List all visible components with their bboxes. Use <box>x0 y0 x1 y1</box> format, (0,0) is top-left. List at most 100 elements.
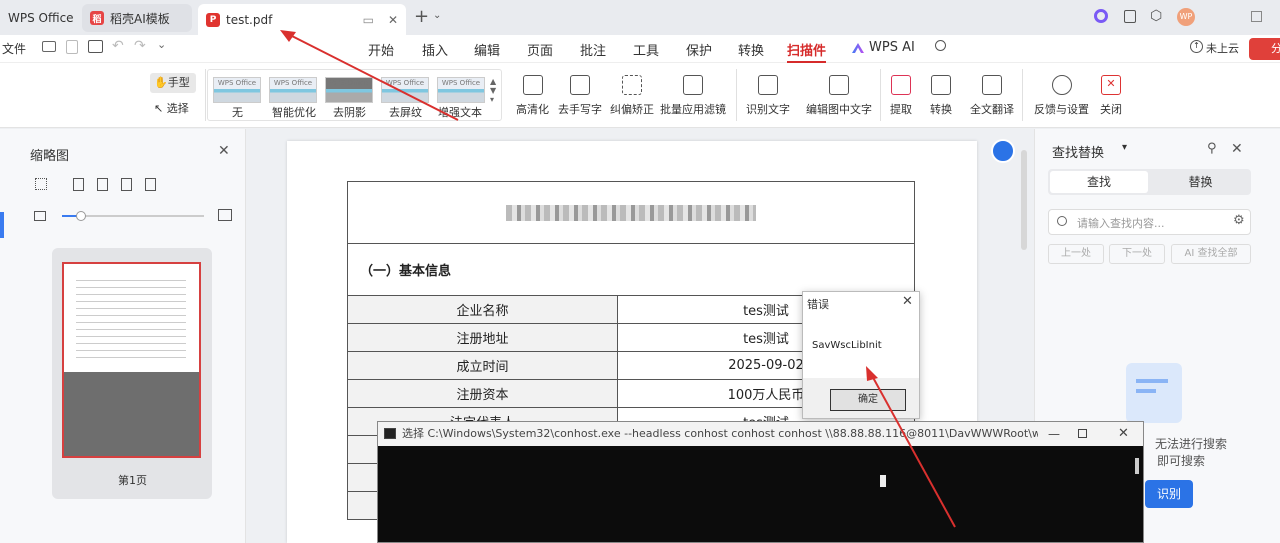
ok-button[interactable]: 确定 <box>830 389 906 411</box>
style-thumb-smart[interactable]: WPS Office <box>269 77 317 103</box>
window-copy-icon[interactable] <box>1124 10 1136 23</box>
search-box[interactable]: 请输入查找内容... ⚙ <box>1048 209 1251 235</box>
feedback-button[interactable]: 反馈与设置 <box>1034 75 1089 117</box>
menu-file[interactable]: 文件 <box>2 40 26 57</box>
new-tab-icon[interactable]: + <box>414 6 429 27</box>
console-scrollbar[interactable] <box>1135 458 1139 474</box>
ocr-button[interactable]: 识别文字 <box>746 75 790 117</box>
menu-wps-ai[interactable]: WPS AI <box>869 40 915 55</box>
delete-page-icon[interactable] <box>97 178 108 191</box>
extract-button[interactable]: 提取 <box>890 75 912 117</box>
menu-annotate[interactable]: 批注 <box>580 40 606 59</box>
undo-icon[interactable]: ↶ <box>112 38 124 54</box>
edit-image-text-button[interactable]: 编辑图中文字 <box>806 75 872 117</box>
deskew-label: 纠偏矫正 <box>610 103 654 116</box>
minimize-icon[interactable]: — <box>1048 422 1060 446</box>
deskew-button[interactable]: 纠偏矫正 <box>610 75 654 117</box>
hd-button[interactable]: 高清化 <box>516 75 549 117</box>
hd-label: 高清化 <box>516 103 549 116</box>
menu-convert[interactable]: 转换 <box>738 40 764 59</box>
search-input[interactable]: 请输入查找内容... <box>1077 215 1165 231</box>
menu-edit[interactable]: 编辑 <box>474 40 500 59</box>
zoom-slider-thumb[interactable] <box>76 211 86 221</box>
select-tool-button[interactable]: ↖ 选择 <box>154 100 189 116</box>
tab-docer-ai[interactable]: 稻 稻壳AI模板 <box>82 4 192 32</box>
dialog-title: 错误 <box>807 298 829 311</box>
hand-tool-button[interactable]: ✋手型 <box>150 73 196 93</box>
extract-page-icon[interactable] <box>145 178 156 191</box>
style-thumb-moire[interactable]: WPS Office <box>381 77 429 103</box>
menu-protect[interactable]: 保护 <box>686 40 712 59</box>
zoom-slider[interactable] <box>62 211 204 221</box>
menu-insert[interactable]: 插入 <box>422 40 448 59</box>
redo-icon[interactable]: ↷ <box>134 38 146 54</box>
batch-filter-button[interactable]: 批量应用滤镜 <box>660 75 726 117</box>
close-scan-button[interactable]: ✕ 关闭 <box>1100 75 1122 117</box>
console-title: 选择 C:\Windows\System32\conhost.exe --hea… <box>402 427 1132 440</box>
menu-tools[interactable]: 工具 <box>633 40 659 59</box>
scrollbar[interactable] <box>1021 150 1027 250</box>
remove-handwriting-button[interactable]: 去手写字 <box>558 75 602 117</box>
divider <box>205 69 206 121</box>
gear-icon[interactable]: ⚙ <box>1233 213 1245 228</box>
tab-test-pdf[interactable]: P test.pdf ▭ ✕ <box>198 4 406 35</box>
close-icon[interactable]: ✕ <box>1118 422 1129 446</box>
close-tab-icon[interactable]: ✕ <box>388 13 398 27</box>
prev-button[interactable]: 上一处 <box>1048 244 1104 264</box>
next-button[interactable]: 下一处 <box>1109 244 1165 264</box>
chevron-down-icon[interactable]: ⌄ <box>433 10 441 21</box>
chevron-down-icon[interactable]: ⌄ <box>157 38 166 51</box>
batch-filter-label: 批量应用滤镜 <box>660 103 726 116</box>
maximize-icon[interactable] <box>1078 429 1087 438</box>
close-icon[interactable]: ✕ <box>902 294 913 309</box>
convert-label: 转换 <box>930 103 952 116</box>
tab-label: test.pdf <box>226 12 273 27</box>
share-button[interactable]: 分 <box>1249 38 1280 60</box>
page-thumbnail-card[interactable]: 第1页 <box>52 248 212 499</box>
print-icon[interactable] <box>88 40 103 53</box>
small-image-icon[interactable] <box>34 211 46 221</box>
menu-start[interactable]: 开始 <box>368 40 394 59</box>
row-label: 注册资本 <box>347 379 618 408</box>
folder-icon[interactable] <box>42 41 56 52</box>
tab-replace[interactable]: 替换 <box>1152 171 1249 193</box>
large-image-icon[interactable] <box>218 209 232 221</box>
image-eraser-icon <box>570 75 590 95</box>
recognize-button[interactable]: 识别 <box>1145 480 1193 508</box>
menu-page[interactable]: 页面 <box>527 40 553 59</box>
page-label: 第1页 <box>118 474 147 487</box>
tab-wps-office[interactable]: WPS Office <box>0 4 82 32</box>
cube-icon[interactable]: ⬡ <box>1150 8 1162 24</box>
ai-find-all-button[interactable]: AI 查找全部 <box>1171 244 1251 264</box>
cloud-status[interactable]: 未上云 <box>1206 40 1239 56</box>
restore-icon[interactable] <box>1251 11 1262 22</box>
select-label: 选择 <box>166 102 189 115</box>
page-thumbnail[interactable] <box>62 262 201 458</box>
search-icon[interactable] <box>935 40 946 51</box>
floating-tool-icon[interactable] <box>991 139 1015 163</box>
style-thumb-shadow[interactable]: WPS Office <box>325 77 373 103</box>
convert-icon <box>931 75 951 95</box>
ai-assistant-icon[interactable] <box>1094 9 1108 23</box>
section-heading: （一）基本信息 <box>347 243 915 296</box>
convert-button[interactable]: 转换 <box>930 75 952 117</box>
translate-button[interactable]: 全文翻译 <box>970 75 1014 117</box>
ocr-icon <box>758 75 778 95</box>
pin-icon[interactable]: ⚲ <box>1207 141 1217 156</box>
save-icon[interactable] <box>66 40 78 54</box>
blurred-title <box>506 204 756 221</box>
close-icon[interactable]: ✕ <box>1231 141 1243 157</box>
style-thumb-enhance[interactable]: WPS Office <box>437 77 485 103</box>
grid-view-icon[interactable] <box>35 178 47 190</box>
avatar[interactable]: WP <box>1177 8 1195 26</box>
tab-find[interactable]: 查找 <box>1050 171 1148 193</box>
chevron-down-icon[interactable]: ▾ <box>1122 142 1127 153</box>
gallery-scroll-icon[interactable]: ▲ ▼ ▾ <box>490 77 496 104</box>
copy-page-icon[interactable] <box>121 178 132 191</box>
window-icon[interactable]: ▭ <box>363 13 374 27</box>
menu-scan[interactable]: 扫描件 <box>787 40 827 63</box>
wps-ai-logo-icon <box>852 43 864 53</box>
insert-page-icon[interactable] <box>73 178 84 191</box>
style-thumb-none[interactable]: WPS Office <box>213 77 261 103</box>
close-icon[interactable]: ✕ <box>218 143 230 159</box>
